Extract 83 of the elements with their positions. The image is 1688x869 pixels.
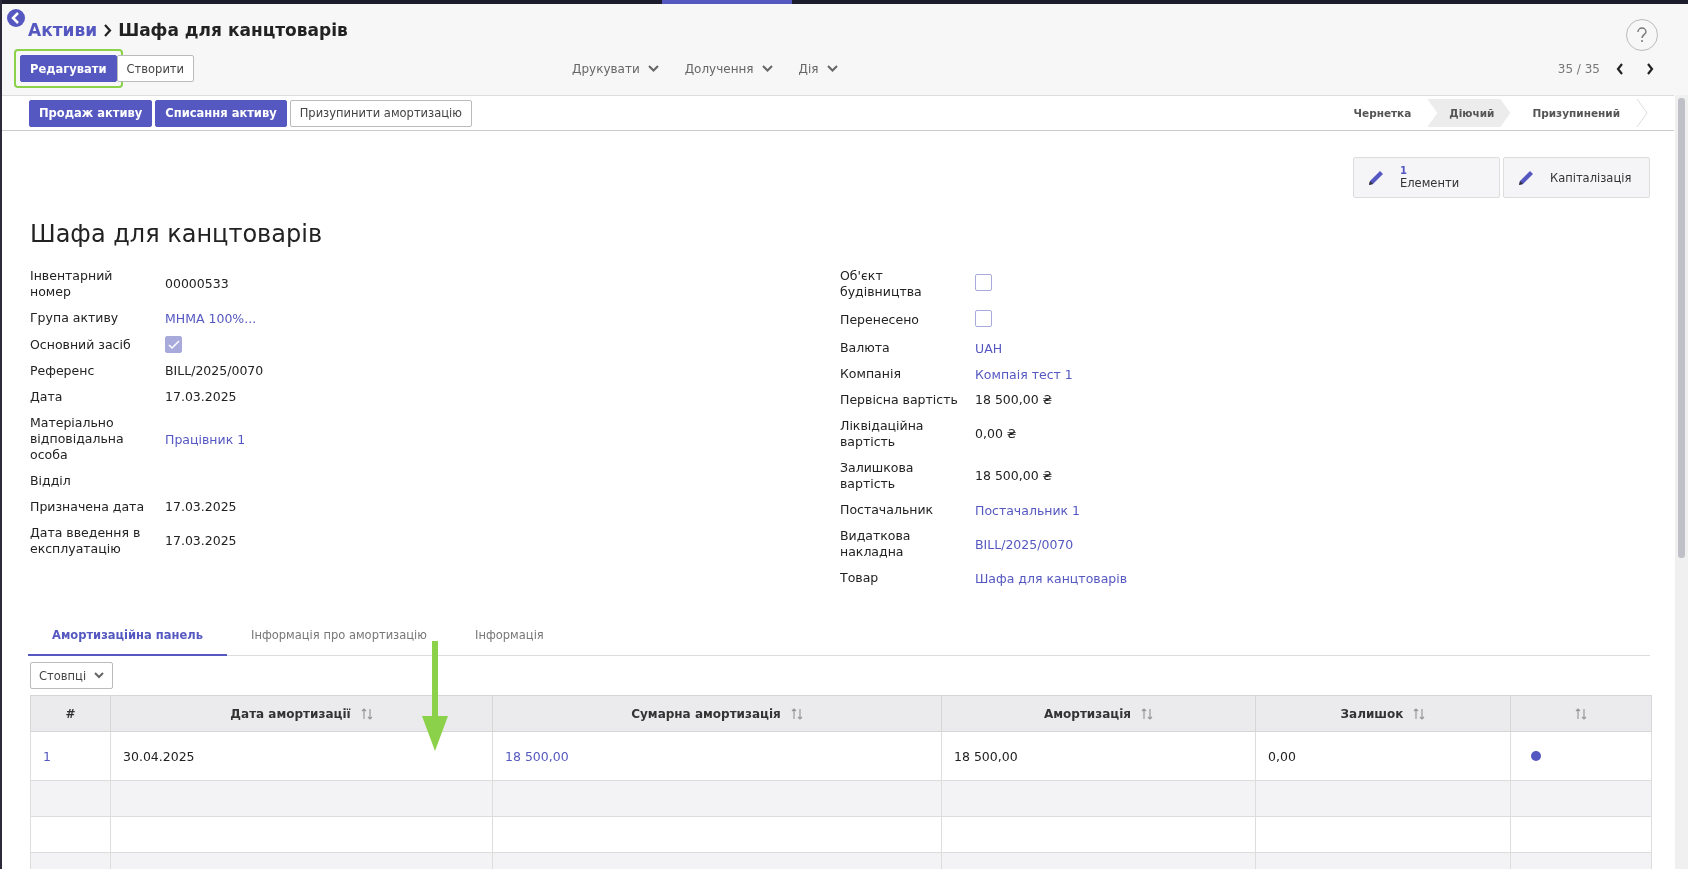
column-header[interactable] — [1510, 695, 1652, 732]
column-header[interactable]: # — [30, 695, 111, 732]
sort-icon[interactable] — [790, 706, 803, 721]
scrollbar[interactable] — [1675, 95, 1688, 869]
field-label: Інвентарний номер — [30, 268, 114, 300]
field-link[interactable]: Постачальник 1 — [975, 502, 1338, 518]
field-label: Валюта — [840, 340, 891, 356]
sort-icon[interactable] — [1413, 706, 1426, 721]
dropdown-menu[interactable]: Друкувати — [572, 61, 659, 76]
field-value: 18 500,00 ₴ — [975, 392, 1054, 408]
sort-icon[interactable] — [1575, 706, 1587, 721]
columns-dropdown[interactable]: Стовпці — [30, 662, 114, 689]
dropdown-menu[interactable]: Долучення — [684, 61, 773, 76]
sort-icon[interactable] — [360, 706, 373, 721]
field-link[interactable]: BILL/2025/0070 — [975, 536, 1338, 552]
field-link[interactable]: Шафа для канцтоварів — [975, 570, 1338, 586]
field-link[interactable]: Працівник 1 — [165, 431, 838, 447]
status-step[interactable]: Чернетка — [1331, 99, 1428, 127]
field-value: BILL/2025/0070 — [165, 363, 265, 379]
field-label: Відділ — [30, 473, 72, 489]
action-button[interactable]: Списання активу — [155, 99, 287, 127]
field-label: Дата введення в експлуатацію — [30, 525, 142, 557]
field-value: 17.03.2025 — [165, 533, 238, 549]
status-step[interactable]: Призупинений — [1510, 99, 1636, 127]
smart-button[interactable]: Капіталізація — [1503, 157, 1650, 198]
record-title: Шафа для канцтоварів — [30, 220, 324, 248]
chevron-right-icon — [103, 23, 113, 37]
field-value: 17.03.2025 — [165, 499, 238, 515]
field-label: Ліквідаційна вартість — [840, 418, 925, 450]
checkbox[interactable] — [165, 336, 182, 353]
pager-counter: 35 / 35 — [1557, 61, 1600, 76]
field-label: Компанія — [840, 366, 902, 382]
caret-icon — [647, 65, 659, 72]
field-label: Дата — [30, 389, 64, 405]
tab[interactable]: Амортизаційна панель — [28, 616, 227, 656]
checkbox[interactable] — [975, 274, 992, 291]
caret-icon — [761, 65, 773, 72]
field-label: Призначена дата — [30, 499, 146, 515]
help-button[interactable] — [1626, 19, 1658, 51]
column-header[interactable]: Сумарна амортизація — [492, 695, 942, 732]
caret-icon — [94, 672, 105, 679]
action-button[interactable]: Продаж активу — [29, 99, 153, 127]
field-link[interactable]: МНМА 100%... — [165, 310, 838, 326]
status-step[interactable]: Діючий — [1427, 99, 1511, 127]
breadcrumb-link[interactable]: Активи — [28, 20, 98, 40]
field-label: Первісна вартість — [840, 392, 959, 408]
toolbar-button[interactable]: Створити — [116, 55, 195, 82]
question-mark-icon — [1637, 27, 1647, 43]
field-link[interactable]: UAH — [975, 340, 1338, 356]
dropdown-menu[interactable]: Дія — [798, 61, 838, 76]
field-label: Група активу — [30, 310, 120, 326]
field-value: 0,00 ₴ — [975, 426, 1018, 442]
table-cell: 18 500,00 — [941, 731, 1256, 781]
sort-icon[interactable] — [1141, 706, 1154, 721]
checkbox[interactable] — [975, 310, 992, 327]
action-button[interactable]: Призупинити амортизацію — [289, 99, 472, 127]
field-value: 00000533 — [165, 276, 230, 292]
field-label: Матеріально відповідальна особа — [30, 415, 125, 463]
column-header[interactable]: Дата амортизації — [110, 695, 493, 732]
column-header[interactable]: Амортизація — [941, 695, 1256, 732]
field-label: Видаткова накладна — [840, 528, 912, 560]
toolbar-button[interactable]: Редагувати — [20, 55, 117, 82]
tab[interactable]: Інформація — [451, 616, 568, 656]
field-label: Залишкова вартість — [840, 460, 915, 492]
field-label: Перенесено — [840, 312, 920, 328]
field-value: 17.03.2025 — [165, 389, 238, 405]
field-label: Референс — [30, 363, 96, 379]
caret-icon — [826, 65, 838, 72]
page-title: Шафа для канцтоварів — [118, 20, 348, 40]
field-label: Постачальник — [840, 502, 935, 518]
field-link[interactable]: Компаія тест 1 — [975, 366, 1338, 382]
smart-button[interactable]: 1 Елементи — [1353, 157, 1500, 198]
field-label: Основний засіб — [30, 336, 132, 353]
field-value: 18 500,00 ₴ — [975, 468, 1054, 484]
table-cell: 0,00 — [1255, 731, 1511, 781]
table-cell: 18 500,00 — [492, 731, 942, 781]
chevron-outline-icon — [1636, 99, 1648, 127]
tab[interactable]: Інформація про амортизацію — [227, 616, 451, 656]
table-cell: 1 — [30, 731, 111, 781]
back-icon[interactable] — [6, 8, 26, 28]
field-label: Об'єкт будівництва — [840, 268, 923, 300]
field-label: Товар — [840, 570, 880, 586]
column-header[interactable]: Залишок — [1255, 695, 1511, 732]
